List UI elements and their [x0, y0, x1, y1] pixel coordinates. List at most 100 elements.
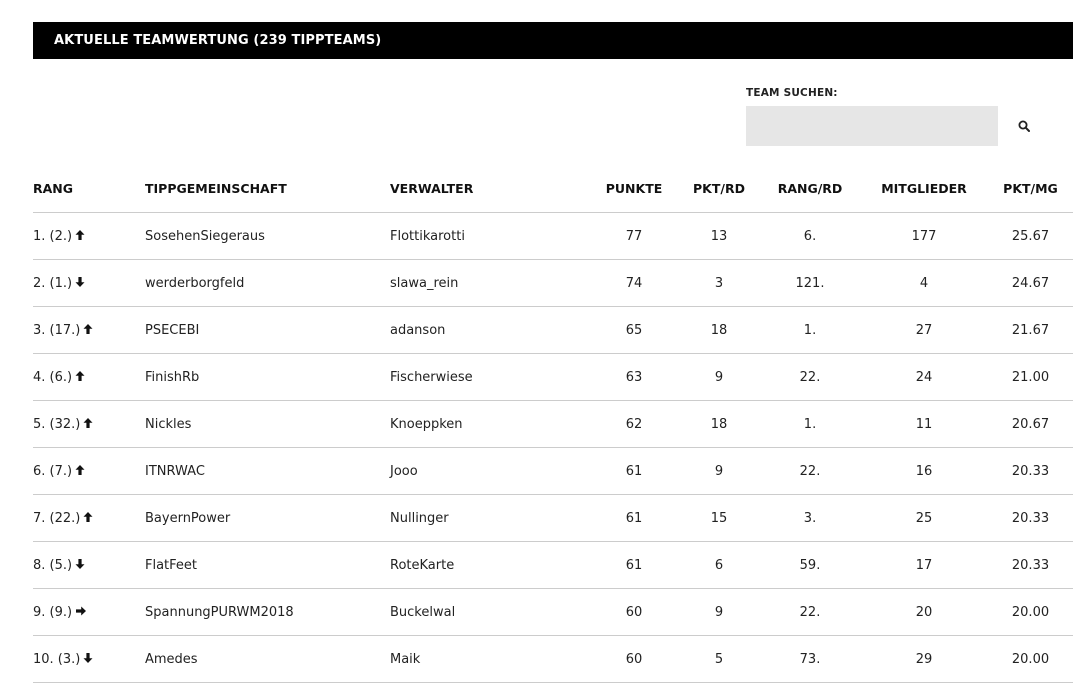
team-cell-text: FlatFeet — [145, 557, 198, 573]
pts-member-cell-text: 21.67 — [1011, 322, 1050, 338]
col-header-manager[interactable]: VERWALTER — [390, 165, 590, 213]
pts-member-cell-text: 20.33 — [1011, 557, 1050, 573]
manager-cell-text: Knoeppken — [390, 416, 463, 432]
team-cell: SosehenSiegeraus — [145, 212, 390, 260]
arrow-down-icon — [75, 559, 85, 569]
team-cell-text: FinishRb — [145, 369, 200, 385]
rank-cell-text: 10. (3.) — [33, 651, 81, 667]
col-header-rank[interactable]: RANG — [33, 165, 145, 213]
team-cell-text: SpannungPURWM2018 — [145, 604, 294, 620]
team-cell: Amedes — [145, 635, 390, 683]
team-cell-text: SosehenSiegeraus — [145, 228, 265, 244]
team-cell: FlatFeet — [145, 541, 390, 589]
table-row[interactable]: 1. (2.) SosehenSiegeraus Flottikarotti 77 13… — [33, 212, 1073, 260]
members-cell: 16 — [860, 447, 988, 495]
search-label: TEAM SUCHEN: — [746, 87, 838, 99]
arrow-down-icon — [75, 277, 85, 287]
col-header-members[interactable]: MITGLIEDER — [860, 165, 988, 213]
rank-round-cell: 22. — [760, 588, 860, 636]
pts-round-cell-text: 18 — [710, 416, 728, 432]
members-cell-text: 25 — [915, 510, 933, 526]
team-cell: Nickles — [145, 400, 390, 448]
search-input[interactable] — [746, 106, 998, 146]
rank-round-cell-text: 1. — [803, 322, 817, 338]
team-cell: ITNRWAC — [145, 447, 390, 495]
team-cell: BayernPower — [145, 494, 390, 542]
team-search: TEAM SUCHEN: — [746, 86, 1056, 146]
members-cell-text: 177 — [911, 228, 937, 244]
rank-round-cell-text: 1. — [803, 416, 817, 432]
rank-round-cell-text: 22. — [799, 463, 821, 479]
pts-round-cell-text: 9 — [714, 369, 724, 385]
points-cell: 63 — [590, 353, 678, 401]
pts-round-cell: 5 — [678, 635, 760, 683]
members-cell-text: 4 — [919, 275, 929, 291]
points-cell-text: 74 — [625, 275, 643, 291]
pts-round-cell-text: 9 — [714, 604, 724, 620]
pts-round-cell-text: 15 — [710, 510, 728, 526]
rank-cell-text: 7. (22.) — [33, 510, 81, 526]
manager-cell: Buckelwal — [390, 588, 590, 636]
table-row[interactable]: 8. (5.) FlatFeet RoteKarte 61 6 59. 17 20.33 — [33, 541, 1073, 589]
table-header-row: RANG TIPPGEMEINSCHAFT VERWALTER PUNKTE P… — [33, 165, 1073, 213]
table-row[interactable]: 3. (17.) PSECEBI adanson 65 18 1. 27 21.67 — [33, 306, 1073, 354]
rank-round-cell: 1. — [760, 306, 860, 354]
members-cell-text: 29 — [915, 651, 933, 667]
points-cell-text: 77 — [625, 228, 643, 244]
team-cell: SpannungPURWM2018 — [145, 588, 390, 636]
points-cell-text: 61 — [625, 463, 643, 479]
pts-member-cell-text: 20.00 — [1011, 604, 1050, 620]
arrow-up-icon — [83, 324, 93, 334]
rank-cell-text: 3. (17.) — [33, 322, 81, 338]
manager-cell: RoteKarte — [390, 541, 590, 589]
manager-cell-text: Jooo — [390, 463, 418, 479]
points-cell: 61 — [590, 494, 678, 542]
team-ranking-widget: AKTUELLE TEAMWERTUNG (239 TIPPTEAMS) TEA… — [33, 22, 1073, 683]
rank-round-cell-text: 3. — [803, 510, 817, 526]
rank-cell: 5. (32.) — [33, 400, 145, 448]
table-row[interactable]: 5. (32.) Nickles Knoeppken 62 18 1. 11 20.67 — [33, 400, 1073, 448]
team-cell: FinishRb — [145, 353, 390, 401]
arrow-down-icon — [83, 653, 93, 663]
table-row[interactable]: 9. (9.) SpannungPURWM2018 Buckelwal 60 9 22. 2… — [33, 588, 1073, 636]
team-cell-text: Nickles — [145, 416, 192, 432]
team-cell-text: BayernPower — [145, 510, 231, 526]
table-row[interactable]: 10. (3.) Amedes Maik 60 5 73. 29 20.00 — [33, 635, 1073, 683]
pts-round-cell-text: 5 — [714, 651, 724, 667]
pts-round-cell: 3 — [678, 259, 760, 307]
col-header-points[interactable]: PUNKTE — [590, 165, 678, 213]
points-cell-text: 63 — [625, 369, 643, 385]
manager-cell: adanson — [390, 306, 590, 354]
table-row[interactable]: 6. (7.) ITNRWAC Jooo 61 9 22. 16 20.33 — [33, 447, 1073, 495]
pts-round-cell: 9 — [678, 353, 760, 401]
rank-round-cell: 73. — [760, 635, 860, 683]
rank-round-cell-text: 6. — [803, 228, 817, 244]
pts-member-cell-text: 20.67 — [1011, 416, 1050, 432]
col-header-pts-round[interactable]: PKT/RD — [678, 165, 760, 213]
table-row[interactable]: 4. (6.) FinishRb Fischerwiese 63 9 22. 24 21.00 — [33, 353, 1073, 401]
rank-cell: 2. (1.) — [33, 259, 145, 307]
rank-round-cell-text: 22. — [799, 369, 821, 385]
ranking-rows: 1. (2.) SosehenSiegeraus Flottikarotti 77 13… — [33, 212, 1073, 683]
members-cell: 24 — [860, 353, 988, 401]
pts-round-cell: 9 — [678, 447, 760, 495]
points-cell: 60 — [590, 588, 678, 636]
table-row[interactable]: 2. (1.) werderborgfeld slawa_rein 74 3 121. 4 2… — [33, 259, 1073, 307]
pts-member-cell: 21.00 — [988, 353, 1073, 401]
col-header-rank-round[interactable]: RANG/RD — [760, 165, 860, 213]
team-cell: PSECEBI — [145, 306, 390, 354]
manager-cell-text: slawa_rein — [390, 275, 459, 291]
members-cell-text: 20 — [915, 604, 933, 620]
table-row[interactable]: 7. (22.) BayernPower Nullinger 61 15 3. 25 20.3… — [33, 494, 1073, 542]
team-cell: werderborgfeld — [145, 259, 390, 307]
rank-cell: 8. (5.) — [33, 541, 145, 589]
pts-member-cell: 24.67 — [988, 259, 1073, 307]
col-header-team[interactable]: TIPPGEMEINSCHAFT — [145, 165, 390, 213]
pts-round-cell: 18 — [678, 306, 760, 354]
members-cell-text: 24 — [915, 369, 933, 385]
ranking-header: AKTUELLE TEAMWERTUNG (239 TIPPTEAMS) — [33, 22, 1073, 59]
members-cell-text: 27 — [915, 322, 933, 338]
points-cell: 62 — [590, 400, 678, 448]
col-header-pts-member[interactable]: PKT/MG — [988, 165, 1073, 213]
search-button[interactable] — [998, 106, 1050, 146]
